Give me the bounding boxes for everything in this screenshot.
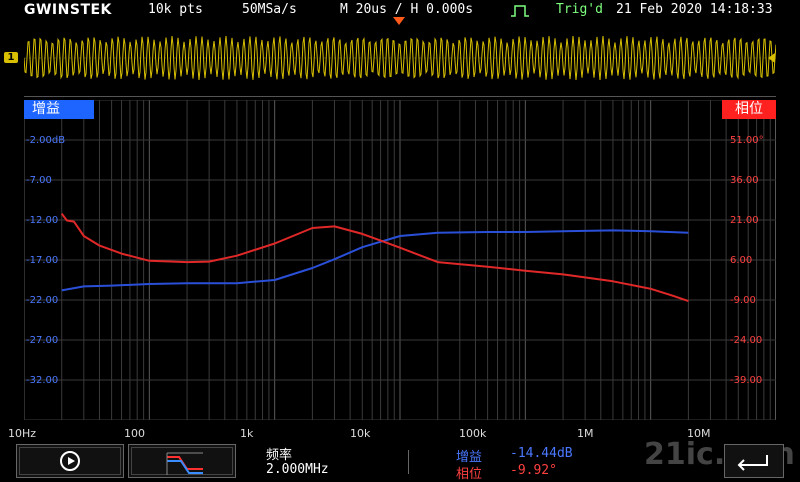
gain-tick-label: -7.00 (26, 175, 52, 186)
brand-logo: GWINSTEK (24, 2, 112, 18)
phase-axis-tag[interactable]: 相位 (722, 100, 776, 119)
freq-tick-label: 100 (124, 427, 145, 440)
back-button[interactable] (724, 444, 784, 478)
trigger-position-marker[interactable] (393, 17, 405, 25)
trigger-edge-icon (511, 5, 529, 17)
return-icon (737, 455, 768, 471)
datetime: 21 Feb 2020 14:18:33 (616, 2, 773, 17)
frequency-label: 频率 (266, 448, 293, 463)
phase-readout-value: -9.92° (510, 463, 557, 478)
phase-tick-label: 36.00 (730, 175, 759, 186)
phase-tick-label: -9.00 (730, 295, 756, 306)
channel1-marker[interactable]: 1 (4, 52, 18, 63)
phase-tick-label: 21.00 (730, 215, 759, 226)
phase-curve (60, 212, 689, 303)
gain-tick-label: -27.00 (26, 335, 59, 346)
phase-tick-label: -39.00 (730, 375, 763, 386)
gain-tick-label: -2.00dB (26, 135, 66, 146)
phase-tick-label: 6.00 (730, 255, 753, 266)
phase-tick-label: 51.00° (730, 135, 764, 146)
gain-axis-tag[interactable]: 增益 (24, 100, 94, 119)
gain-tick-label: -32.00 (26, 375, 59, 386)
run-sweep-button[interactable] (16, 444, 124, 478)
freq-tick-label: 100k (459, 427, 487, 440)
freq-tick-label: 1k (240, 427, 254, 440)
gain-tick-label: -22.00 (26, 295, 59, 306)
plot-grid (24, 100, 776, 420)
play-icon (60, 451, 80, 471)
record-length: 10k pts (148, 2, 203, 17)
phase-tick-label: -24.00 (730, 335, 763, 346)
channel1-waveform (24, 35, 776, 81)
freq-tick-label: 10Hz (8, 427, 37, 440)
gain-readout-value: -14.44dB (510, 446, 573, 461)
panel-divider (24, 96, 776, 97)
bode-plot-svg (24, 100, 776, 420)
freq-tick-label: 10k (350, 427, 371, 440)
phase-readout-label: 相位 (456, 467, 483, 482)
gain-tick-label: -12.00 (26, 215, 59, 226)
timebase-readout: M 20us / H 0.000s (340, 2, 474, 17)
frequency-value[interactable]: 2.000MHz (266, 462, 329, 477)
plot-curves (60, 212, 689, 303)
trigger-status: Trig'd (556, 2, 603, 17)
bode-plot[interactable] (24, 100, 776, 420)
waveform-panel[interactable] (24, 28, 776, 88)
freq-tick-label: 1M (577, 427, 594, 440)
channel1-level-marker[interactable] (768, 53, 775, 63)
filter-icon (166, 452, 203, 475)
readout-divider (408, 450, 409, 474)
gain-tick-label: -17.00 (26, 255, 59, 266)
filter-settings-button[interactable] (128, 444, 236, 478)
sample-rate: 50MSa/s (242, 2, 297, 17)
